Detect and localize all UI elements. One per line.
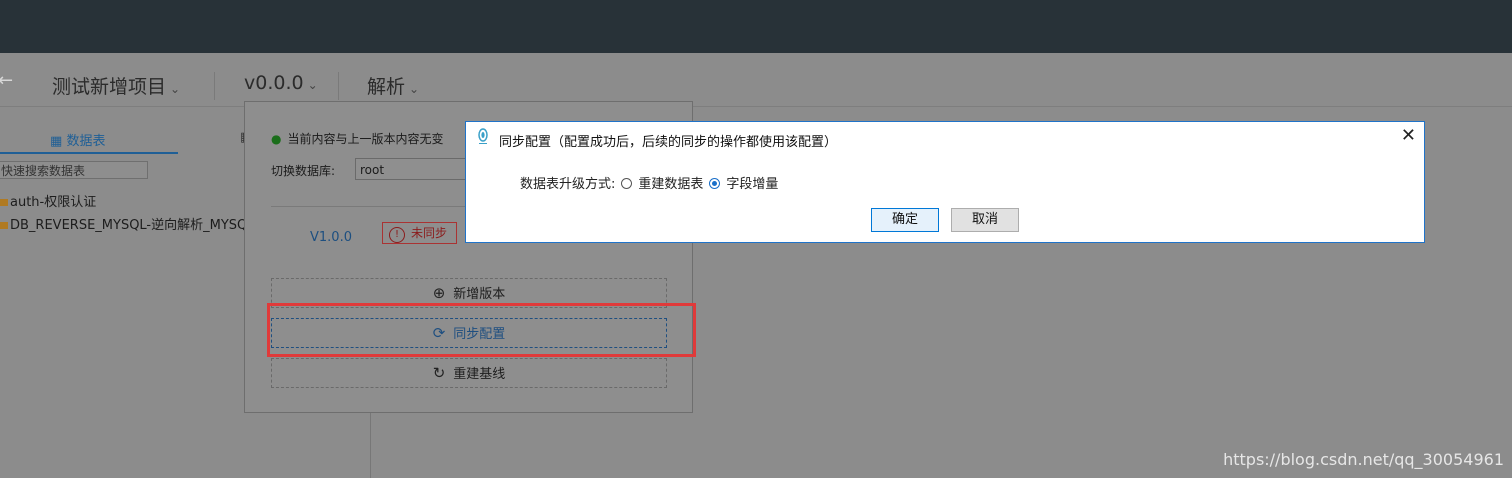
status-text: 当前内容与上一版本内容无变 [287,132,444,146]
version-selector[interactable]: v0.0.0 ⌄ [244,72,318,94]
folder-icon [0,222,8,229]
badge-text: 未同步 [411,226,448,240]
app-logo-icon [478,128,488,144]
radio-field-increment[interactable] [709,178,721,189]
nav-divider-line [0,106,1512,107]
version-label: V1.0.0 [310,230,352,245]
folder-icon [0,199,8,206]
rebuild-baseline-label: 重建基线 [453,367,506,382]
top-bar [0,0,1512,53]
tree-item-auth[interactable]: auth-权限认证 [0,191,96,210]
active-tab-indicator [0,152,178,154]
add-version-label: 新增版本 [453,287,506,302]
status-dot-icon: ● [271,132,282,146]
unsynced-badge: ! 未同步 [382,222,457,244]
module-selector[interactable]: 解析 ⌄ [367,72,419,99]
chevron-down-icon: ⌄ [170,82,181,96]
sync-config-dialog: 同步配置（配置成功后，后续的同步的操作都使用该配置） ✕ 数据表升级方式: 重建数… [465,121,1425,243]
nav-divider [214,72,215,100]
watermark-url: https://blog.csdn.net/qq_30054961 [1223,450,1504,469]
dialog-title: 同步配置（配置成功后，后续的同步的操作都使用该配置） [499,135,838,150]
highlight-annotation [267,303,696,357]
tree-item-db-reverse[interactable]: DB_REVERSE_MYSQL-逆向解析_MYSQ [0,214,247,233]
tab-tables[interactable]: ▦ 数据表 [50,130,105,149]
chevron-down-icon: ⌄ [409,82,420,96]
tab-tables-label: 数据表 [66,134,106,149]
chevron-down-icon: ⌄ [307,78,318,92]
nav-divider [338,72,339,100]
db-value: root [360,163,385,177]
back-arrow-icon[interactable]: ← [0,70,13,91]
grid-icon: ▦ [50,134,63,149]
close-icon[interactable]: ✕ [1401,125,1416,146]
module-name: 解析 [367,76,406,98]
version-name: v0.0.0 [244,72,304,94]
refresh-icon: ↻ [432,364,446,382]
version-status: ● 当前内容与上一版本内容无变 [271,130,444,147]
db-switch-label: 切换数据库: [271,164,336,178]
upgrade-mode-row: 数据表升级方式: 重建数据表 字段增量 [520,173,778,192]
rebuild-baseline-button[interactable]: ↻ 重建基线 [271,358,667,388]
table-search-input[interactable]: 快速搜索数据表 [0,161,148,179]
radio-field-increment-label[interactable]: 字段增量 [726,177,778,192]
cancel-button[interactable]: 取消 [951,208,1019,232]
tree-item-label: DB_REVERSE_MYSQL-逆向解析_MYSQ [10,218,248,233]
radio-rebuild-table[interactable] [621,178,633,189]
db-select[interactable]: root [355,158,475,180]
project-name: 测试新增项目 [52,76,167,98]
tree-item-label: auth-权限认证 [10,195,97,210]
search-placeholder: 快速搜索数据表 [1,164,86,178]
upgrade-mode-label: 数据表升级方式: [520,177,616,192]
project-selector[interactable]: 测试新增项目 ⌄ [52,72,180,99]
radio-rebuild-table-label[interactable]: 重建数据表 [638,177,703,192]
confirm-button[interactable]: 确定 [871,208,939,232]
page-overlay [0,53,1512,478]
warning-icon: ! [389,227,405,243]
